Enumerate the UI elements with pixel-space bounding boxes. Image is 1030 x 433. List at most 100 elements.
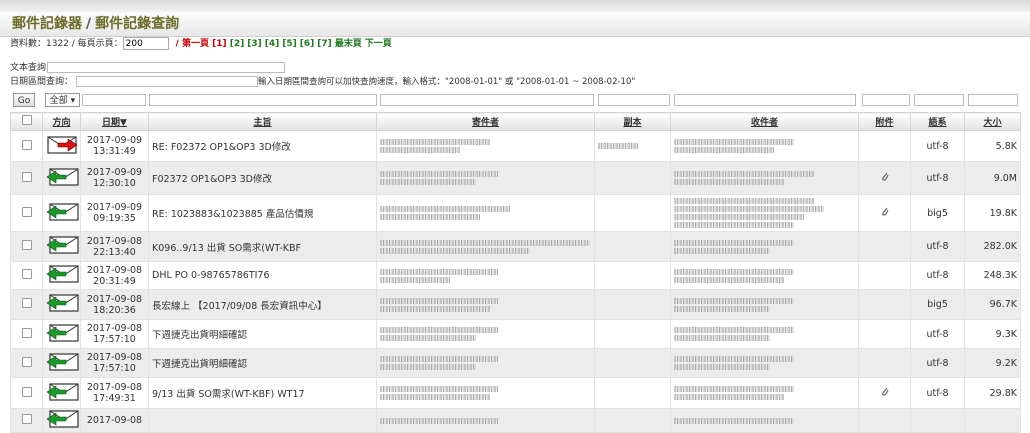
mail-subject[interactable]: 下週捷克出貨明細確認 bbox=[152, 330, 247, 341]
row-select-cell bbox=[10, 348, 43, 378]
row-checkbox[interactable] bbox=[21, 414, 32, 424]
mail-date: 2017-09-08 bbox=[86, 293, 143, 305]
select-all-header[interactable] bbox=[10, 112, 43, 131]
recipient-cell bbox=[670, 161, 859, 195]
direction-select[interactable]: 全部 ▾ bbox=[45, 93, 80, 107]
direction-cell bbox=[42, 261, 81, 290]
pager-page-5[interactable]: [5] bbox=[282, 39, 297, 49]
subject-cell[interactable]: F02372 OP1&OP3 3D修改 bbox=[148, 161, 377, 195]
subject-cell[interactable]: 下週捷克出貨明細確認 bbox=[148, 348, 377, 378]
pager-page-3[interactable]: [3] bbox=[247, 39, 262, 49]
mail-subject[interactable]: 長宏線上 【2017/09/08 長宏資訊中心】 bbox=[152, 301, 327, 312]
mail-incoming-icon bbox=[46, 410, 80, 432]
column-header-encoding[interactable]: 語系 bbox=[910, 112, 965, 131]
go-button[interactable]: Go bbox=[13, 93, 35, 107]
subject-cell[interactable] bbox=[148, 408, 377, 433]
mail-time: 09:19:35 bbox=[93, 213, 136, 224]
date-range-input[interactable] bbox=[76, 76, 258, 87]
sender-redacted bbox=[380, 417, 591, 425]
direction-cell bbox=[42, 289, 81, 320]
sender-filter-input[interactable] bbox=[380, 94, 594, 106]
table-row[interactable]: 2017-09-09 13:31:49 RE: F02372 OP1&OP3 3D修… bbox=[10, 130, 1021, 162]
date-filter-input[interactable] bbox=[82, 94, 146, 106]
column-header-date[interactable]: 日期▼ bbox=[80, 112, 149, 131]
encoding-filter-input[interactable] bbox=[914, 94, 964, 106]
subject-filter-input[interactable] bbox=[149, 94, 377, 106]
pager-last-page[interactable]: 最末頁 bbox=[335, 39, 362, 49]
pager-page-2[interactable]: [2] bbox=[230, 39, 245, 49]
column-header-direction[interactable]: 方向 bbox=[42, 112, 81, 131]
column-header-recipient[interactable]: 收件者 bbox=[670, 112, 859, 131]
recipient-redacted bbox=[674, 239, 855, 255]
column-header-size[interactable]: 大小 bbox=[964, 112, 1021, 131]
row-checkbox[interactable] bbox=[21, 386, 32, 397]
subject-cell[interactable]: RE: 1023883&1023885 產品估價規 bbox=[148, 194, 377, 232]
attachment-filter-input[interactable] bbox=[862, 94, 910, 106]
sender-redacted bbox=[380, 138, 591, 154]
row-checkbox[interactable] bbox=[21, 240, 32, 250]
subject-cell[interactable]: 長宏線上 【2017/09/08 長宏資訊中心】 bbox=[148, 289, 377, 320]
recipient-filter-input[interactable] bbox=[674, 94, 856, 106]
mail-subject[interactable]: 9/13 出貨 SO需求(WT-KBF) WT17 bbox=[152, 389, 305, 400]
column-header-subject[interactable]: 主旨 bbox=[148, 112, 377, 131]
size-cell: 282.0K bbox=[964, 231, 1021, 262]
mail-subject[interactable]: F02372 OP1&OP3 3D修改 bbox=[152, 174, 272, 185]
column-header-sender[interactable]: 寄件者 bbox=[376, 112, 595, 131]
pager-page-6[interactable]: [6] bbox=[300, 39, 315, 49]
mail-incoming-icon bbox=[46, 294, 80, 316]
encoding-cell: big5 bbox=[910, 289, 965, 320]
row-checkbox[interactable] bbox=[21, 206, 32, 217]
mail-subject[interactable]: RE: F02372 OP1&OP3 3D修改 bbox=[152, 142, 291, 153]
pager-page-4[interactable]: [4] bbox=[265, 39, 280, 49]
row-checkbox[interactable] bbox=[21, 269, 32, 279]
row-checkbox[interactable] bbox=[21, 327, 32, 338]
column-header-cc[interactable]: 副本 bbox=[594, 112, 671, 131]
text-search-input[interactable] bbox=[47, 62, 285, 73]
pager-next-page[interactable]: 下一頁 bbox=[365, 39, 392, 49]
subject-cell[interactable]: K096..9/13 出貨 SO需求(WT-KBF bbox=[148, 231, 377, 262]
subject-cell[interactable]: 下週捷克出貨明細確認 bbox=[148, 319, 377, 349]
size-cell: 9.3K bbox=[964, 319, 1021, 349]
table-row[interactable]: 2017-09-08 20:31:49 DHL PO 0-98765786TI76 u… bbox=[10, 261, 1021, 290]
per-page-input[interactable] bbox=[122, 37, 169, 50]
mail-subject[interactable]: RE: 1023883&1023885 產品估價規 bbox=[152, 209, 313, 220]
column-header-attachment[interactable]: 附件 bbox=[858, 112, 911, 131]
table-row[interactable]: 2017-09-08 17:57:10 下週捷克出貨明細確認 utf-8 9.2K bbox=[10, 348, 1021, 378]
recipient-cell bbox=[670, 377, 859, 409]
mail-subject[interactable]: K096..9/13 出貨 SO需求(WT-KBF bbox=[152, 243, 301, 254]
date-search-label: 日期區間查詢： bbox=[10, 77, 74, 87]
subject-cell[interactable]: RE: F02372 OP1&OP3 3D修改 bbox=[148, 130, 377, 162]
paperclip-icon[interactable] bbox=[880, 387, 890, 401]
paperclip-icon[interactable] bbox=[880, 207, 890, 221]
subject-cell[interactable]: DHL PO 0-98765786TI76 bbox=[148, 261, 377, 290]
table-row[interactable]: 2017-09-09 12:30:10 F02372 OP1&OP3 3D修改 utf… bbox=[10, 161, 1021, 195]
row-checkbox[interactable] bbox=[21, 298, 32, 308]
direction-cell bbox=[42, 348, 81, 378]
table-row[interactable]: 2017-09-08 17:49:31 9/13 出貨 SO需求(WT-KBF) W… bbox=[10, 377, 1021, 409]
row-select-cell bbox=[10, 319, 43, 349]
sender-redacted bbox=[380, 239, 591, 255]
select-all-checkbox[interactable] bbox=[21, 115, 32, 125]
paperclip-icon[interactable] bbox=[880, 172, 890, 186]
subject-cell[interactable]: 9/13 出貨 SO需求(WT-KBF) WT17 bbox=[148, 377, 377, 409]
direction-cell bbox=[42, 319, 81, 349]
row-checkbox[interactable] bbox=[21, 171, 32, 182]
page-title: 郵件記錄器 / 郵件記錄查詢 bbox=[0, 12, 1030, 37]
mail-incoming-icon bbox=[46, 323, 80, 346]
mail-subject[interactable]: DHL PO 0-98765786TI76 bbox=[152, 270, 270, 281]
mail-date: 2017-09-09 bbox=[86, 135, 143, 146]
table-row[interactable]: 2017-09-09 09:19:35 RE: 1023883&1023885 產品… bbox=[10, 194, 1021, 232]
cc-filter-input[interactable] bbox=[598, 94, 670, 106]
table-row[interactable]: 2017-09-08 22:13:40 K096..9/13 出貨 SO需求(WT-… bbox=[10, 231, 1021, 262]
row-checkbox[interactable] bbox=[21, 356, 32, 367]
table-row[interactable]: 2017-09-08 17:57:10 下週捷克出貨明細確認 utf-8 9.3K bbox=[10, 319, 1021, 349]
mail-date: 2017-09-08 bbox=[86, 352, 143, 363]
table-row[interactable]: 2017-09-08 18:20:36 長宏線上 【2017/09/08 長宏資訊中… bbox=[10, 289, 1021, 320]
mail-subject[interactable]: 下週捷克出貨明細確認 bbox=[152, 359, 247, 370]
size-filter-input[interactable] bbox=[968, 94, 1018, 106]
row-select-cell bbox=[10, 408, 43, 433]
cc-cell bbox=[594, 289, 671, 320]
table-row[interactable]: 2017-09-08 bbox=[10, 408, 1021, 433]
pager-page-7[interactable]: [7] bbox=[317, 39, 332, 49]
row-checkbox[interactable] bbox=[21, 139, 32, 150]
